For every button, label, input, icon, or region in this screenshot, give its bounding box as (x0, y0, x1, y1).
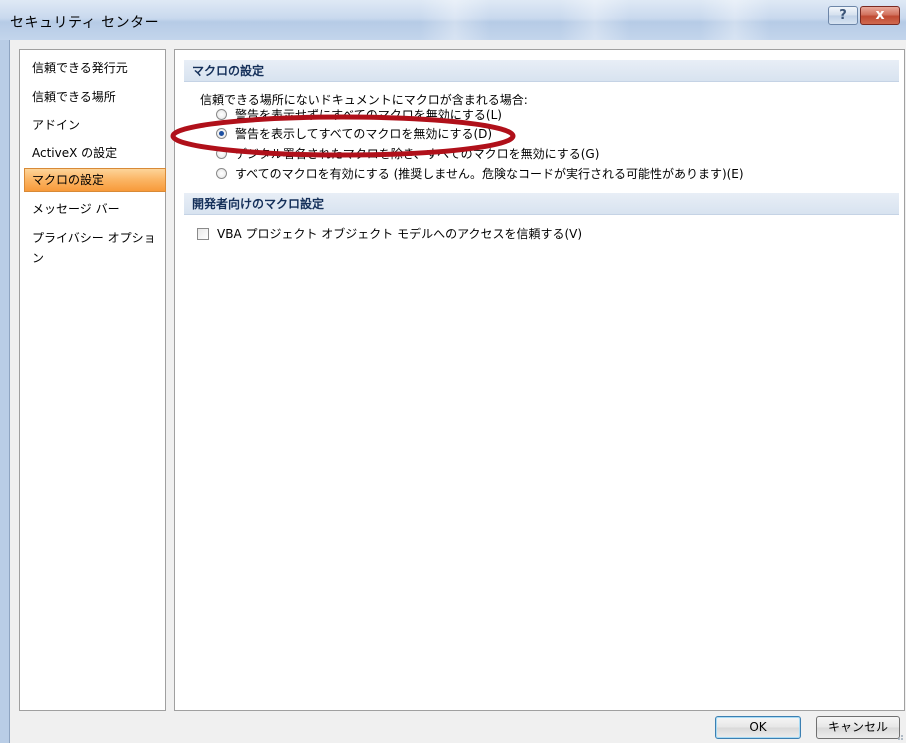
nav-item-trusted-publishers[interactable]: 信頼できる発行元 (26, 58, 166, 78)
radio-button-selected[interactable] (216, 128, 227, 139)
nav-item-label: プライバシー オプション (32, 231, 156, 265)
checkbox-label: VBA プロジェクト オブジェクト モデルへのアクセスを信頼する(V) (217, 227, 583, 241)
nav-item-label: メッセージ バー (32, 202, 120, 216)
radio-label: デジタル署名されたマクロを除き、すべてのマクロを無効にする(G) (235, 147, 600, 161)
macro-settings-header: マクロの設定 (184, 60, 899, 82)
nav-item-privacy-options[interactable]: プライバシー オプション (26, 228, 166, 265)
resize-grip-icon[interactable] (894, 731, 904, 741)
radio-button[interactable] (216, 109, 227, 120)
security-center-dialog: セキュリティ センター ? x 信頼できる発行元 信頼できる場所 アドイン Ac… (0, 0, 906, 743)
radio-label: 警告を表示せずにすべてのマクロを無効にする(L) (235, 108, 502, 122)
radio-label: すべてのマクロを有効にする (推奨しません。危険なコードが実行される可能性があり… (235, 167, 744, 181)
help-button[interactable]: ? (828, 6, 858, 25)
nav-item-macro-settings[interactable]: マクロの設定 (24, 168, 166, 192)
nav-item-label: アドイン (32, 118, 81, 132)
nav-item-message-bar[interactable]: メッセージ バー (26, 199, 166, 219)
window-title: セキュリティ センター (10, 15, 160, 31)
nav-item-label: 信頼できる場所 (32, 90, 116, 104)
nav-item-label: マクロの設定 (32, 173, 105, 187)
nav-item-label: ActiveX の設定 (32, 146, 118, 160)
ok-button[interactable]: OK (715, 716, 801, 739)
radio-button[interactable] (216, 148, 227, 159)
help-icon: ? (839, 8, 847, 23)
radio-label: 警告を表示してすべてのマクロを無効にする(D) (235, 127, 493, 141)
radio-button[interactable] (216, 168, 227, 179)
nav-item-trusted-locations[interactable]: 信頼できる場所 (26, 87, 166, 107)
developer-settings-header: 開発者向けのマクロ設定 (184, 193, 899, 215)
trust-vba-checkbox[interactable] (197, 228, 209, 240)
nav-item-addins[interactable]: アドイン (26, 115, 166, 135)
nav-item-label: 信頼できる発行元 (32, 61, 128, 75)
close-button[interactable]: x (860, 6, 900, 25)
title-bar[interactable]: セキュリティ センター ? x (0, 0, 906, 40)
nav-item-activex-settings[interactable]: ActiveX の設定 (26, 143, 166, 163)
close-icon: x (875, 7, 885, 23)
settings-panel: マクロの設定 信頼できる場所にないドキュメントにマクロが含まれる場合: 警告を表… (174, 49, 905, 711)
category-list: 信頼できる発行元 信頼できる場所 アドイン ActiveX の設定 マクロの設定… (19, 49, 166, 711)
cancel-button[interactable]: キャンセル (816, 716, 900, 739)
dialog-client-area: 信頼できる発行元 信頼できる場所 アドイン ActiveX の設定 マクロの設定… (9, 40, 906, 743)
